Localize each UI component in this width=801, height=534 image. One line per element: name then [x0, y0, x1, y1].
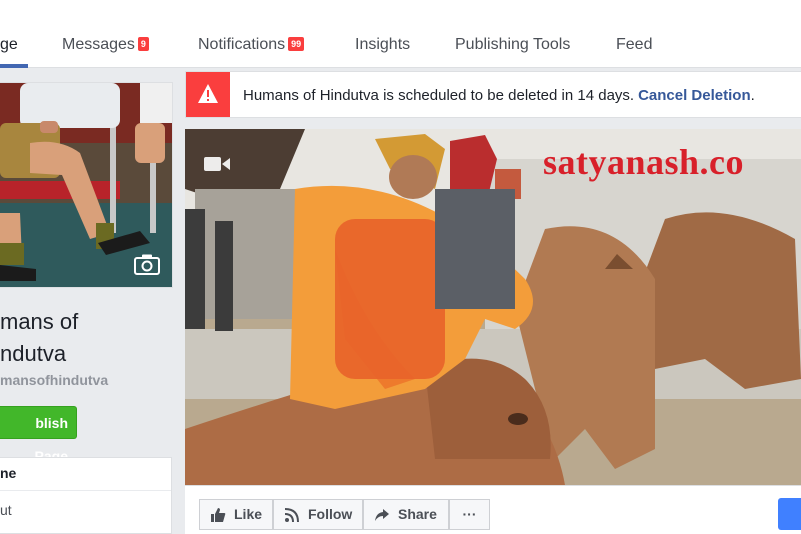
- follow-button-label: Follow: [308, 506, 353, 522]
- warning-icon: [198, 84, 218, 103]
- tab-feed-label: Feed: [616, 36, 653, 53]
- tab-insights-label: Insights: [355, 36, 411, 53]
- tab-messages[interactable]: Messages 9: [62, 36, 149, 54]
- deletion-warning-text: Humans of Hindutva is scheduled to be de…: [243, 87, 755, 104]
- sidebar-divider: [0, 490, 171, 491]
- primary-action-button[interactable]: [778, 498, 801, 530]
- tab-page[interactable]: ge: [0, 36, 18, 54]
- tab-publishing-tools-label: Publishing Tools: [455, 36, 571, 53]
- deletion-warning-banner: Humans of Hindutva is scheduled to be de…: [185, 71, 801, 118]
- page-top-navigation: ge Messages 9 Notifications 99 Insights Pu…: [0, 0, 801, 68]
- page-action-bar: Like Follow Share ···: [185, 485, 801, 534]
- page-title-line-1: mans of: [0, 309, 79, 334]
- more-options-button[interactable]: ···: [449, 499, 490, 530]
- tab-page-label: ge: [0, 36, 18, 53]
- share-button[interactable]: Share: [363, 499, 449, 530]
- share-button-label: Share: [398, 506, 437, 522]
- deletion-warning-period: .: [750, 87, 755, 104]
- publish-page-button[interactable]: blish Page: [0, 406, 77, 464]
- tab-notifications[interactable]: Notifications 99: [198, 36, 305, 54]
- camera-icon[interactable]: [134, 253, 160, 275]
- page-side-menu: [0, 457, 172, 534]
- sidebar-item-home[interactable]: ne: [0, 465, 16, 481]
- page-username[interactable]: mansofhindutva: [0, 372, 108, 388]
- sidebar-item-about[interactable]: ut: [0, 502, 12, 518]
- page-title-line-2: ndutva: [0, 341, 67, 366]
- notifications-count-badge: 99: [288, 37, 305, 51]
- active-tab-indicator: [0, 64, 28, 68]
- like-button-label: Like: [234, 506, 263, 522]
- tab-insights[interactable]: Insights: [355, 36, 410, 54]
- tab-feed[interactable]: Feed: [616, 36, 652, 54]
- deletion-warning-message: Humans of Hindutva is scheduled to be de…: [243, 87, 635, 104]
- cancel-deletion-link[interactable]: Cancel Deletion: [638, 87, 751, 104]
- page-title[interactable]: mans of ndutva: [0, 306, 78, 370]
- follow-button[interactable]: Follow: [273, 499, 363, 530]
- cover-photo[interactable]: satyanash.co: [185, 129, 801, 485]
- share-arrow-icon: [375, 509, 389, 521]
- profile-picture[interactable]: [0, 82, 173, 288]
- like-button[interactable]: Like: [199, 499, 273, 530]
- tab-notifications-label: Notifications: [198, 36, 286, 53]
- rss-follow-icon: [284, 508, 299, 523]
- tab-publishing-tools[interactable]: Publishing Tools: [455, 36, 570, 54]
- video-camera-icon[interactable]: [204, 155, 230, 173]
- thumbs-up-icon: [211, 508, 226, 522]
- cover-watermark-text: satyanash.co: [543, 142, 745, 182]
- tab-messages-label: Messages: [62, 36, 135, 53]
- messages-count-badge: 9: [137, 37, 149, 51]
- more-options-icon: ···: [462, 506, 477, 522]
- warning-icon-box: [186, 72, 230, 117]
